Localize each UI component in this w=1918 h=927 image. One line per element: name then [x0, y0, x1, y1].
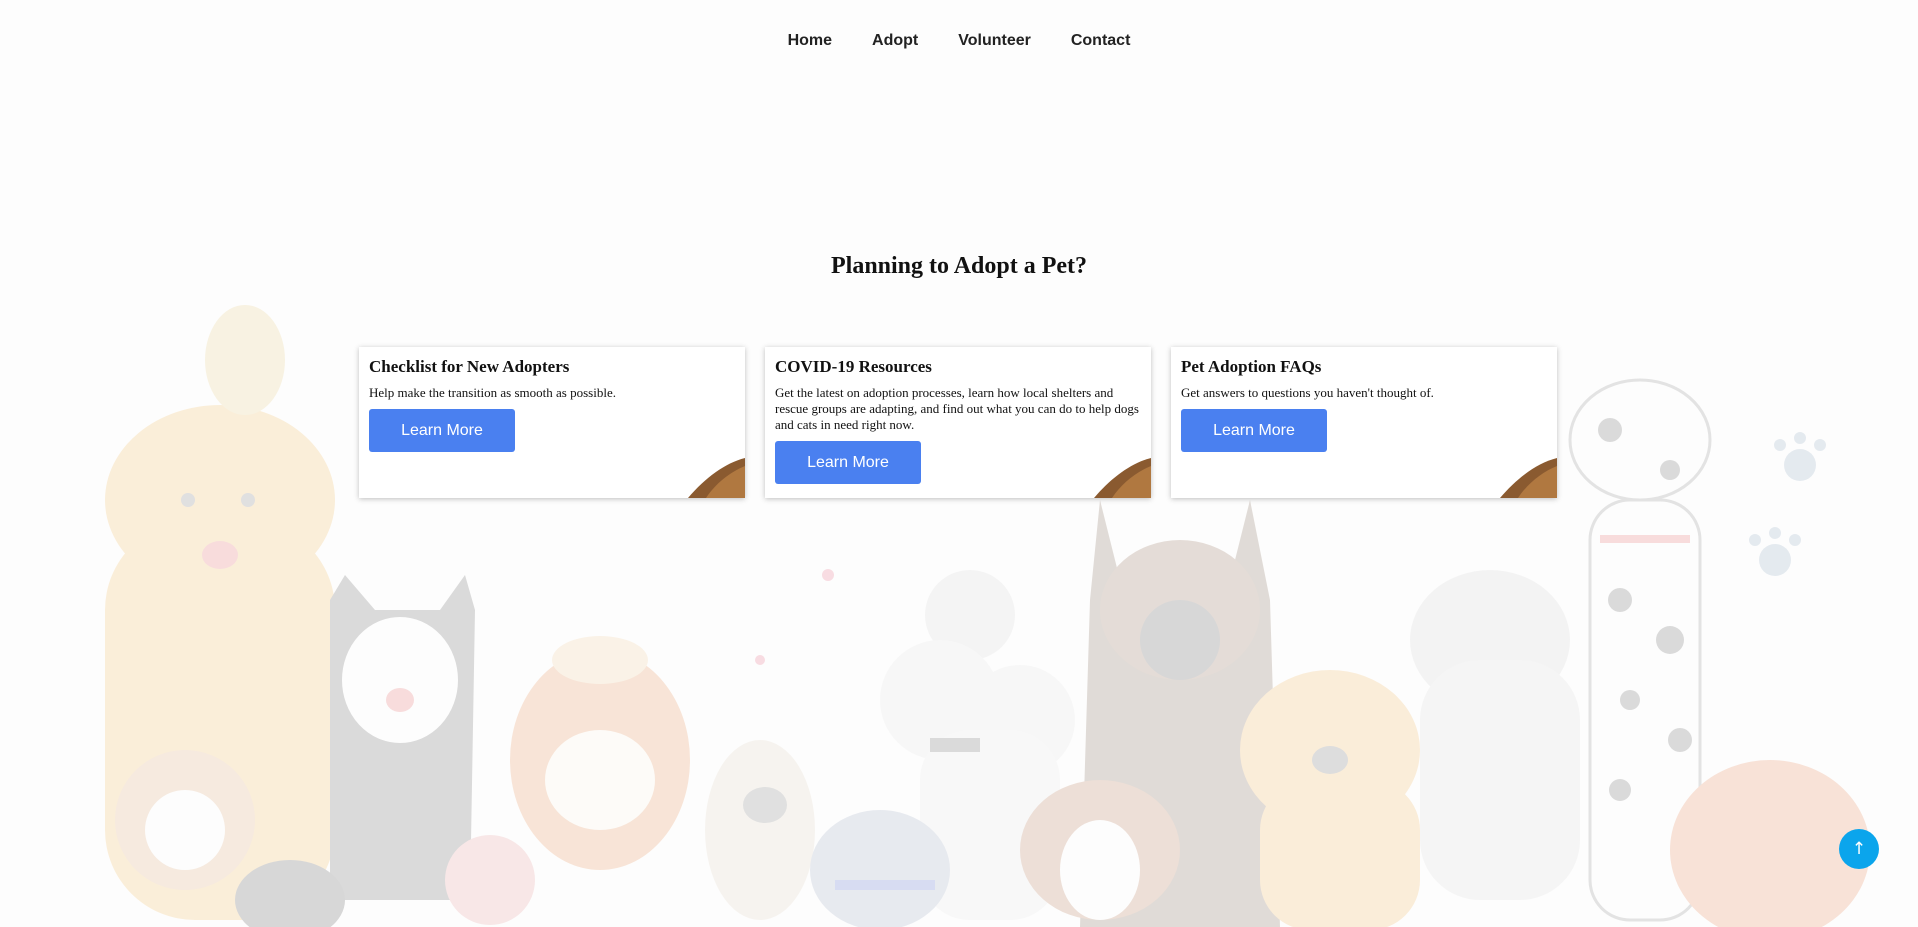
learn-more-button[interactable]: Learn More — [369, 409, 515, 452]
card-text: Help make the transition as smooth as po… — [369, 385, 616, 400]
nav-volunteer-link[interactable]: Volunteer — [958, 26, 1031, 56]
arrow-up-icon: ↑ — [1851, 839, 1867, 859]
card-text: Get answers to questions you haven't tho… — [1181, 385, 1434, 400]
nav-contact-link[interactable]: Contact — [1071, 26, 1131, 56]
dog-corner-image — [1500, 458, 1557, 498]
card-faqs: Pet Adoption FAQs Get answers to questio… — [1171, 347, 1557, 498]
page: Home Adopt Volunteer Contact Planning to… — [0, 0, 1918, 927]
card-title: Checklist for New Adopters — [369, 357, 570, 376]
cards-container: Checklist for New Adopters Help make the… — [359, 347, 1557, 498]
dog-corner-image — [1094, 458, 1151, 498]
card-checklist: Checklist for New Adopters Help make the… — [359, 347, 745, 498]
card-text: Get the latest on adoption processes, le… — [775, 385, 1139, 432]
dog-corner-image — [688, 458, 745, 498]
learn-more-button[interactable]: Learn More — [775, 441, 921, 484]
nav-home-link[interactable]: Home — [788, 26, 832, 56]
card-title: Pet Adoption FAQs — [1181, 357, 1322, 376]
back-to-top-button[interactable]: ↑ — [1839, 829, 1879, 869]
learn-more-button[interactable]: Learn More — [1181, 409, 1327, 452]
card-title: COVID-19 Resources — [775, 357, 932, 376]
card-covid: COVID-19 Resources Get the latest on ado… — [765, 347, 1151, 498]
main-nav: Home Adopt Volunteer Contact — [0, 26, 1918, 56]
page-title: Planning to Adopt a Pet? — [830, 253, 1088, 279]
nav-adopt-link[interactable]: Adopt — [872, 26, 918, 56]
